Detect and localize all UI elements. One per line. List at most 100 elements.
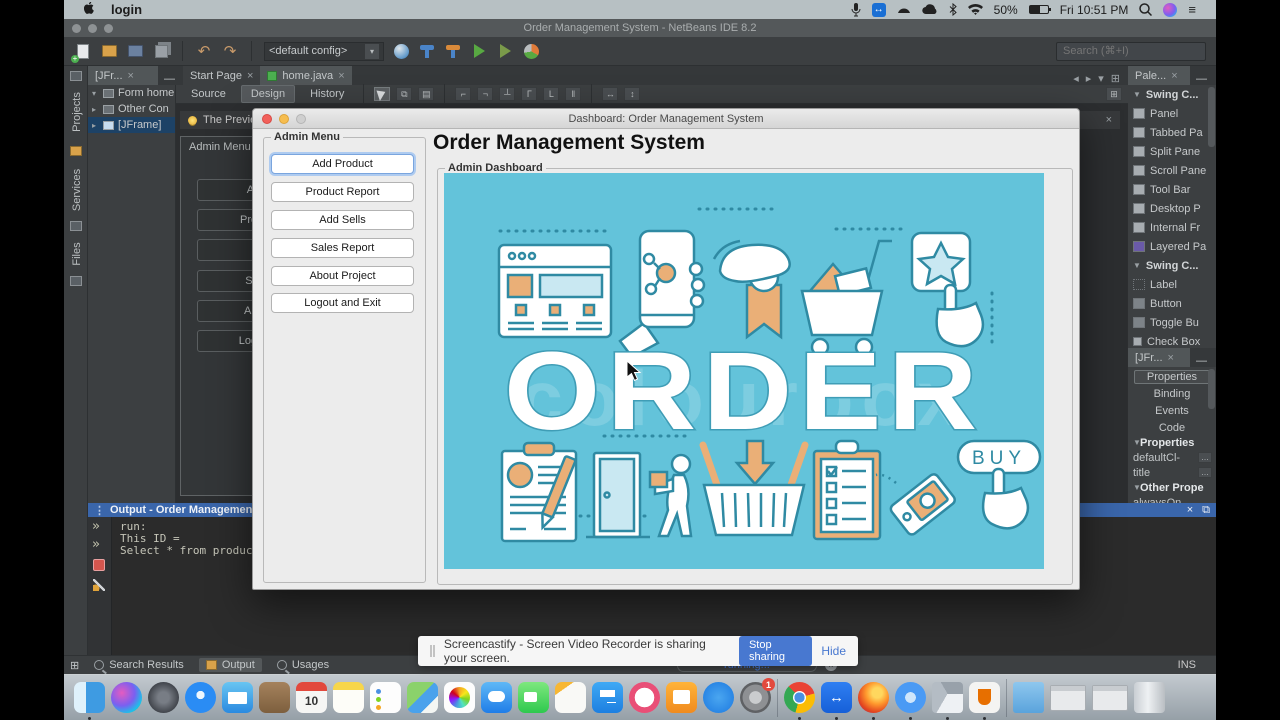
palette-item-check-box[interactable]: Check Box (1128, 332, 1216, 348)
cloud-status-icon[interactable] (921, 2, 938, 18)
ellipsis-button[interactable]: … (1198, 452, 1212, 463)
events-tab-button[interactable]: Events (1134, 404, 1210, 418)
align-right-icon[interactable]: ¬ (477, 87, 494, 101)
search-results-tab[interactable]: Search Results (87, 658, 191, 672)
property-defaultclose[interactable]: defaultCl-… (1128, 450, 1216, 465)
dock-launchpad-icon[interactable] (148, 682, 179, 713)
teamviewer-status-icon[interactable]: ↔ (871, 2, 886, 17)
dock-safari-icon[interactable] (185, 682, 216, 713)
dock-chrome-icon[interactable] (784, 682, 815, 720)
palette-item-layered-pane[interactable]: Layered Pa (1128, 237, 1216, 256)
bluetooth-icon[interactable] (949, 2, 957, 18)
dock-mail-icon[interactable] (222, 682, 253, 713)
ide-titlebar[interactable]: Order Management System - NetBeans IDE 8… (64, 19, 1216, 37)
binding-tab-button[interactable]: Binding (1134, 387, 1210, 401)
deploy-icon[interactable] (392, 42, 410, 60)
resize-vertical-icon[interactable]: ↕ (624, 87, 641, 101)
dialog-close-button[interactable] (262, 114, 272, 124)
add-product-button[interactable]: Add Product (271, 154, 414, 174)
tree-item-other-components[interactable]: ▸ Other Con (88, 101, 175, 117)
window-group-icon[interactable] (70, 71, 82, 81)
close-icon[interactable]: × (247, 70, 253, 82)
tree-item-jframe[interactable]: ▸ [JFrame] (88, 117, 175, 133)
float-output-icon[interactable]: ⧉ (1202, 504, 1210, 517)
add-sells-button[interactable]: Add Sells (271, 210, 414, 230)
palette-item-label[interactable]: Label (1128, 275, 1216, 294)
new-project-icon[interactable] (100, 42, 118, 60)
view-source-button[interactable]: Source (182, 86, 235, 102)
scroll-tabs-left-icon[interactable]: ◂ (1073, 72, 1079, 85)
output-tab[interactable]: Output (198, 658, 262, 672)
property-title[interactable]: title… (1128, 465, 1216, 480)
dialog-minimize-button[interactable] (279, 114, 289, 124)
palette-item-desktop-pane[interactable]: Desktop P (1128, 199, 1216, 218)
close-icon[interactable]: × (1168, 352, 1174, 364)
drag-handle-icon[interactable] (430, 645, 435, 657)
config-selector[interactable]: <default config> ▾ (264, 41, 384, 61)
palette-item-split-pane[interactable]: Split Pane (1128, 142, 1216, 161)
product-report-button[interactable]: Product Report (271, 182, 414, 202)
palette-item-internal-frame[interactable]: Internal Fr (1128, 218, 1216, 237)
logout-exit-button[interactable]: Logout and Exit (271, 293, 414, 313)
dock-notes-icon[interactable] (333, 682, 364, 713)
rerun-icon[interactable]: » (92, 519, 100, 534)
anchor-left-icon[interactable]: Γ (521, 87, 538, 101)
dock-pages-icon[interactable] (555, 682, 586, 713)
inspector-tab[interactable]: [JFr... × (1128, 348, 1190, 367)
screen-share-notification[interactable]: Screencastify - Screen Video Recorder is… (418, 636, 858, 666)
tab-home-java[interactable]: home.java × (260, 66, 352, 85)
dock-finder-icon[interactable] (74, 682, 105, 720)
stop-sharing-button[interactable]: Stop sharing (738, 636, 813, 666)
rerun-debug-icon[interactable]: » (92, 537, 100, 552)
rail-tab-projects[interactable]: Projects (71, 82, 83, 142)
open-project-icon[interactable] (126, 42, 144, 60)
rail-tab-files[interactable]: Files (71, 224, 83, 284)
palette-scrollbar[interactable] (1208, 87, 1215, 147)
preview-design-icon[interactable]: ▤ (418, 87, 435, 101)
wifi-icon[interactable] (967, 2, 983, 18)
siri-icon[interactable] (1163, 2, 1178, 17)
dock-minimized-window-2[interactable] (1092, 684, 1128, 711)
resize-horizontal-icon[interactable]: ↔ (602, 87, 619, 101)
statusbar-grip-icon[interactable]: ⊞ (70, 659, 79, 672)
undo-icon[interactable]: ↶ (195, 42, 213, 60)
new-file-icon[interactable]: + (71, 42, 92, 63)
palette-section-swing-controls[interactable]: ▼ Swing C... (1128, 256, 1216, 275)
profile-project-icon[interactable] (522, 42, 540, 60)
debug-project-icon[interactable] (496, 42, 514, 60)
view-history-button[interactable]: History (301, 86, 353, 102)
scroll-tabs-right-icon[interactable]: ▸ (1086, 72, 1092, 85)
dock-messages-icon[interactable] (481, 682, 512, 713)
dock-teamviewer-icon[interactable]: ↔ (821, 682, 852, 720)
palette-section-swing-containers[interactable]: ▼ Swing C... (1128, 85, 1216, 104)
palette-item-toggle-button[interactable]: Toggle Bu (1128, 313, 1216, 332)
palette-item-panel[interactable]: Panel (1128, 104, 1216, 123)
wacom-status-icon[interactable] (897, 2, 911, 18)
microphone-icon[interactable] (851, 2, 861, 18)
anchor-both-icon[interactable]: ‖ (565, 87, 582, 101)
dock-trash-icon[interactable] (1134, 682, 1165, 713)
selection-mode-icon[interactable] (374, 87, 391, 101)
properties-scrollbar[interactable] (1208, 369, 1215, 409)
minimize-panel-icon[interactable]: — (164, 73, 175, 85)
about-project-button[interactable]: About Project (271, 266, 414, 286)
hide-link[interactable]: Hide (821, 644, 846, 658)
dock-maps-icon[interactable] (407, 682, 438, 713)
dock-facetime-icon[interactable] (518, 682, 549, 713)
redo-icon[interactable]: ↷ (221, 42, 239, 60)
close-icon[interactable]: × (128, 70, 134, 82)
navigator-tab[interactable]: [JFr... × (88, 66, 158, 85)
tree-item-form-home[interactable]: ▾ Form home (88, 85, 175, 101)
dock-siri-icon[interactable] (111, 682, 142, 713)
minimize-inspector-icon[interactable]: — (1196, 355, 1207, 367)
align-left-icon[interactable]: ⌐ (455, 87, 472, 101)
clean-build-icon[interactable] (444, 42, 462, 60)
spotlight-search-icon[interactable] (1139, 2, 1153, 18)
palette-tab[interactable]: Pale... × (1128, 66, 1190, 85)
properties-section-header[interactable]: ▼ Properties (1128, 435, 1216, 450)
ide-window-controls[interactable] (72, 24, 113, 33)
sales-report-button[interactable]: Sales Report (271, 238, 414, 258)
dock-app-store-icon[interactable] (703, 682, 734, 713)
ellipsis-button[interactable]: … (1198, 467, 1212, 478)
stop-icon[interactable] (93, 559, 105, 571)
